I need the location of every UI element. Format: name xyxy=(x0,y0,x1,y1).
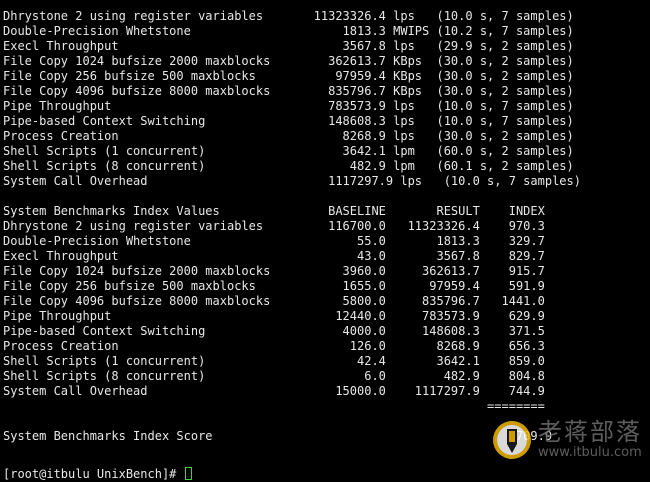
index-table: System Benchmarks Index Values BASELINE … xyxy=(3,204,650,444)
index-row: File Copy 1024 bufsize 2000 maxblocks 39… xyxy=(3,264,545,278)
result-line: Shell Scripts (8 concurrent) 482.9 lpm (… xyxy=(3,159,574,173)
index-row: Double-Precision Whetstone 55.0 1813.3 3… xyxy=(3,234,545,248)
result-line: File Copy 256 bufsize 500 maxblocks 9795… xyxy=(3,69,574,83)
result-line: Process Creation 8268.9 lps (30.0 s, 2 s… xyxy=(3,129,574,143)
index-row: File Copy 4096 bufsize 8000 maxblocks 58… xyxy=(3,294,545,308)
index-table-header: System Benchmarks Index Values BASELINE … xyxy=(3,204,545,218)
result-line: System Call Overhead 1117297.9 lps (10.0… xyxy=(3,174,581,188)
result-line: Shell Scripts (1 concurrent) 3642.1 lpm … xyxy=(3,144,574,158)
results-block: Dhrystone 2 using register variables 113… xyxy=(3,9,650,189)
index-row: File Copy 256 bufsize 500 maxblocks 1655… xyxy=(3,279,545,293)
index-row: Execl Throughput 43.0 3567.8 829.7 xyxy=(3,249,545,263)
result-line: Pipe Throughput 783573.9 lps (10.0 s, 7 … xyxy=(3,99,574,113)
result-line: File Copy 4096 bufsize 8000 maxblocks 83… xyxy=(3,84,574,98)
result-line: Double-Precision Whetstone 1813.3 MWIPS … xyxy=(3,24,574,38)
shell-prompt: [root@itbulu UnixBench]# xyxy=(3,467,184,481)
index-row: Shell Scripts (1 concurrent) 42.4 3642.1… xyxy=(3,354,545,368)
terminal-window[interactable]: Dhrystone 2 using register variables 113… xyxy=(0,0,650,481)
result-line: Dhrystone 2 using register variables 113… xyxy=(3,9,574,23)
shell-prompt-line[interactable]: [root@itbulu UnixBench]# xyxy=(3,467,650,482)
terminal-cursor xyxy=(184,467,192,480)
result-line: Pipe-based Context Switching 148608.3 lp… xyxy=(3,114,574,128)
score-separator: ======== xyxy=(3,399,545,413)
pencil-logo-icon xyxy=(493,420,531,459)
watermark-url: www.itbulu.com xyxy=(538,445,642,460)
watermark-title: 老蒋部落 xyxy=(538,418,642,446)
watermark: 老蒋部落 www.itbulu.com xyxy=(492,419,642,460)
result-line: File Copy 1024 bufsize 2000 maxblocks 36… xyxy=(3,54,574,68)
index-row: Shell Scripts (8 concurrent) 6.0 482.9 8… xyxy=(3,369,545,383)
index-row: Process Creation 126.0 8268.9 656.3 xyxy=(3,339,545,353)
index-row: Pipe Throughput 12440.0 783573.9 629.9 xyxy=(3,309,545,323)
result-line: Execl Throughput 3567.8 lps (29.9 s, 2 s… xyxy=(3,39,574,53)
index-row: System Call Overhead 15000.0 1117297.9 7… xyxy=(3,384,545,398)
index-row: Dhrystone 2 using register variables 116… xyxy=(3,219,545,233)
index-row: Pipe-based Context Switching 4000.0 1486… xyxy=(3,324,545,338)
